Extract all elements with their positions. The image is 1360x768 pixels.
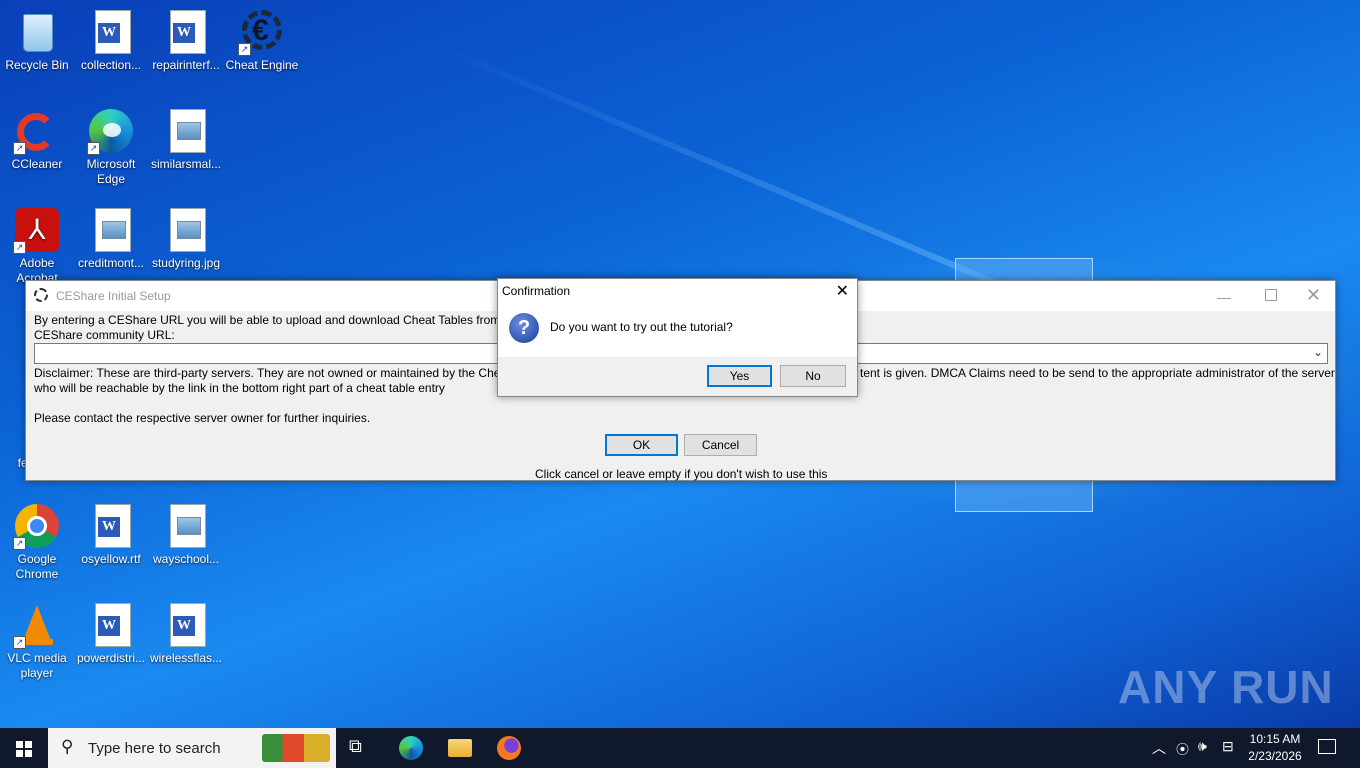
image-file-icon: [162, 107, 210, 155]
notification-icon[interactable]: [1318, 739, 1336, 754]
vlc-icon: ↗: [13, 601, 61, 649]
clock[interactable]: 10:15 AM 2/23/2026: [1244, 731, 1306, 765]
desktop-icon-repairinterf[interactable]: W repairinterf...: [149, 2, 223, 73]
meet-now-icon[interactable]: ⦿: [1176, 739, 1189, 758]
desktop-icon-wayschool[interactable]: wayschool...: [149, 496, 223, 567]
volume-icon[interactable]: 🕪: [1198, 738, 1207, 755]
desktop-icon-studyring[interactable]: studyring.jpg: [149, 200, 223, 271]
disclaimer-text-right: tent is given. DMCA Claims need to be se…: [860, 366, 1335, 380]
maximize-icon[interactable]: [1265, 289, 1277, 301]
word-doc-icon: W: [87, 502, 135, 550]
watermark: ANY RUN: [1118, 661, 1334, 713]
search-box[interactable]: ⚲ Type here to search: [48, 728, 336, 768]
no-button[interactable]: No: [780, 365, 846, 387]
desktop-icon-google-chrome[interactable]: ↗ Google Chrome: [0, 496, 74, 582]
edge-taskbar-icon[interactable]: [399, 736, 423, 760]
word-doc-icon: W: [87, 8, 135, 56]
desktop-icon-adobe-acrobat[interactable]: ⅄ ↗ Adobe Acrobat: [0, 200, 74, 286]
minimize-icon[interactable]: —: [1217, 289, 1231, 305]
close-icon[interactable]: ✕: [836, 281, 849, 301]
window-title: CEShare Initial Setup: [56, 289, 171, 303]
windows-logo-pane: [955, 480, 1093, 512]
dialog-body: ? Do you want to try out the tutorial?: [498, 305, 857, 357]
ccleaner-icon: ↗: [13, 107, 61, 155]
task-view-icon[interactable]: ⧉: [349, 736, 373, 760]
file-explorer-icon[interactable]: [448, 739, 472, 757]
footer-text: Click cancel or leave empty if you don't…: [535, 467, 828, 481]
disclaimer-line-2: who will be reachable by the link in the…: [34, 381, 445, 395]
confirmation-dialog[interactable]: Confirmation ✕ ? Do you want to try out …: [497, 278, 858, 397]
chevron-down-icon[interactable]: ⌄: [1313, 345, 1323, 359]
clock-time: 10:15 AM: [1249, 732, 1301, 746]
desktop-icon-similarsmal[interactable]: similarsmal...: [149, 101, 223, 172]
search-placeholder: Type here to search: [88, 740, 221, 757]
cheat-engine-icon: [34, 288, 48, 302]
ok-button[interactable]: OK: [605, 434, 678, 456]
recycle-bin-icon: [13, 8, 61, 56]
image-file-icon: [87, 206, 135, 254]
start-button[interactable]: [0, 728, 48, 768]
chrome-icon: ↗: [13, 502, 61, 550]
word-doc-icon: W: [87, 601, 135, 649]
chevron-up-icon[interactable]: ︿: [1152, 738, 1166, 758]
desktop-icon-cheat-engine[interactable]: € ↗ Cheat Engine: [225, 2, 299, 73]
clock-date: 2/23/2026: [1248, 749, 1302, 763]
confirmation-titlebar[interactable]: Confirmation ✕: [498, 279, 857, 305]
gifts-icon: [262, 734, 330, 762]
windows-icon: [16, 741, 32, 757]
yes-button[interactable]: Yes: [707, 365, 772, 387]
image-file-icon: [162, 206, 210, 254]
desktop-icon-vlc[interactable]: ↗ VLC media player: [0, 595, 74, 681]
url-label: CEShare community URL:: [34, 328, 175, 342]
dialog-message: Do you want to try out the tutorial?: [550, 320, 733, 334]
desktop-icon-recycle-bin[interactable]: Recycle Bin: [0, 2, 74, 73]
disclaimer-text: Disclaimer: These are third-party server…: [34, 366, 511, 380]
intro-text: By entering a CEShare URL you will be ab…: [34, 313, 511, 327]
desktop-icon-creditmont[interactable]: creditmont...: [74, 200, 148, 271]
close-icon[interactable]: ✕: [1306, 285, 1321, 306]
image-file-icon: [162, 502, 210, 550]
cheat-engine-icon: € ↗: [238, 8, 286, 56]
dialog-title: Confirmation: [502, 284, 571, 298]
desktop-icon-powerdistri[interactable]: W powerdistri...: [74, 595, 148, 666]
contact-text: Please contact the respective server own…: [34, 411, 371, 425]
desktop-icon-microsoft-edge[interactable]: ↗ Microsoft Edge: [74, 101, 148, 187]
desktop-icon-osyellow[interactable]: W osyellow.rtf: [74, 496, 148, 567]
taskbar: ⚲ Type here to search ⧉ ︿ ⦿ 🕪 ⊟ 10:15 AM…: [0, 728, 1360, 768]
desktop-icon-wirelessflas[interactable]: W wirelessflas...: [149, 595, 223, 666]
firefox-icon[interactable]: [497, 736, 521, 760]
desktop-icon-ccleaner[interactable]: ↗ CCleaner: [0, 101, 74, 172]
desktop-icon-collection[interactable]: W collection...: [74, 2, 148, 73]
network-icon[interactable]: ⊟: [1222, 738, 1234, 755]
word-doc-icon: W: [162, 601, 210, 649]
word-doc-icon: W: [162, 8, 210, 56]
edge-icon: ↗: [87, 107, 135, 155]
cancel-button[interactable]: Cancel: [684, 434, 757, 456]
question-icon: ?: [509, 313, 539, 343]
search-icon: ⚲: [61, 737, 74, 756]
acrobat-icon: ⅄ ↗: [13, 206, 61, 254]
